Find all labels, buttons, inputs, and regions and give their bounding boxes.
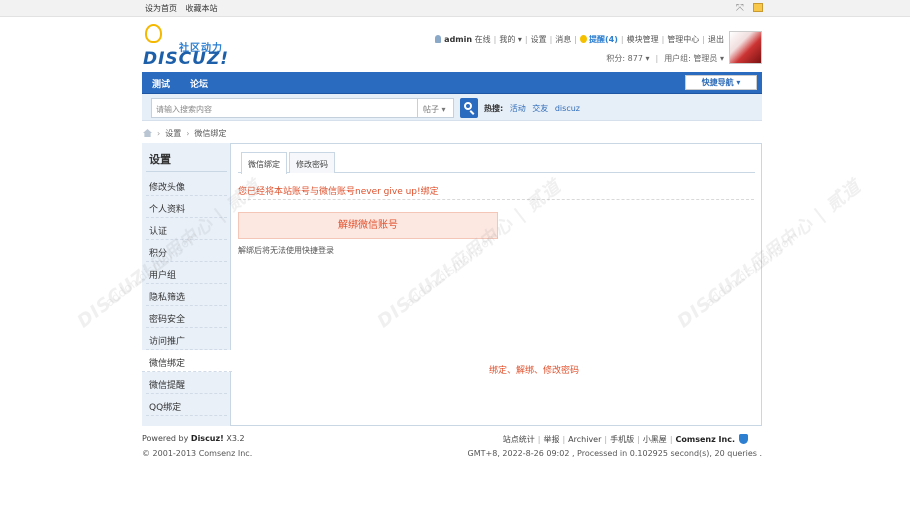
tab-change-password[interactable]: 修改密码 bbox=[289, 152, 335, 173]
credits-menu[interactable]: 积分: 877 bbox=[606, 54, 643, 63]
hot-search-dating[interactable]: 交友 bbox=[532, 104, 548, 113]
tab-wechat-bind[interactable]: 微信绑定 bbox=[241, 152, 287, 174]
sidebar-item-avatar[interactable]: 修改头像 bbox=[146, 174, 227, 196]
powered-brand-link[interactable]: Discuz! bbox=[191, 434, 224, 443]
sidebar-item-privacy[interactable]: 隐私筛选 bbox=[146, 284, 227, 306]
remind-link[interactable]: 提醒(4) bbox=[589, 35, 618, 44]
quick-nav-label: 快捷导航 bbox=[701, 78, 734, 87]
lightbulb-icon bbox=[145, 24, 162, 43]
sidebar-item-wechat-remind[interactable]: 微信提醒 bbox=[146, 372, 227, 394]
settings-sidebar: 设置 修改头像 个人资料 认证 积分 用户组 隐私筛选 密码安全 访问推广 微信… bbox=[142, 143, 232, 426]
home-icon[interactable] bbox=[143, 129, 152, 137]
my-menu[interactable]: 我的 bbox=[499, 35, 515, 44]
remind-icon bbox=[580, 35, 587, 43]
shield-icon[interactable] bbox=[739, 434, 748, 444]
main-nav: 测试 论坛 bbox=[142, 72, 762, 94]
top-icons: ⤧ bbox=[730, 3, 763, 14]
hot-search-label: 热搜: bbox=[484, 104, 504, 113]
set-home-link[interactable]: 设为首页 bbox=[145, 4, 177, 13]
nav-item-forum[interactable]: 论坛 bbox=[190, 77, 208, 90]
user-icon bbox=[435, 35, 442, 43]
hot-search: 热搜: 活动 交友 discuz bbox=[484, 103, 580, 114]
footer-company-link[interactable]: Comsenz Inc. bbox=[676, 435, 735, 444]
style-icon[interactable] bbox=[753, 3, 763, 14]
credit-line: 积分: 877 ▾ | 用户组: 管理员 ▾ bbox=[606, 54, 724, 63]
module-manage-link[interactable]: 模块管理 bbox=[627, 35, 659, 44]
search-type-select[interactable]: 帖子 ▾ bbox=[417, 98, 454, 118]
online-status[interactable]: 在线 bbox=[475, 35, 491, 44]
top-bar: 设为首页 收藏本站 ⤧ bbox=[0, 0, 910, 17]
messages-link[interactable]: 消息 bbox=[555, 35, 571, 44]
search-button[interactable] bbox=[460, 98, 478, 118]
hot-search-activity[interactable]: 活动 bbox=[510, 104, 526, 113]
footer-link-blackroom[interactable]: 小黑屋 bbox=[643, 435, 667, 444]
copyright: © 2001-2013 Comsenz Inc. bbox=[142, 449, 253, 458]
tab-bar: 微信绑定 修改密码 bbox=[238, 152, 755, 174]
footer-stats: GMT+8, 2022-8-26 09:02 , Processed in 0.… bbox=[467, 449, 762, 458]
sidebar-item-qq-bind[interactable]: QQ绑定 bbox=[146, 394, 227, 416]
footer-link-stats[interactable]: 站点统计 bbox=[503, 435, 535, 444]
avatar[interactable] bbox=[729, 31, 762, 64]
bind-notice: 您已经将本站账号与微信账号never give up!绑定 bbox=[238, 187, 439, 197]
powered-by: Powered by Discuz! X3.2 bbox=[142, 434, 245, 443]
fullscreen-icon[interactable]: ⤧ bbox=[736, 3, 744, 14]
footer-link-report[interactable]: 举报 bbox=[543, 435, 559, 444]
hot-search-discuz[interactable]: discuz bbox=[555, 104, 580, 113]
search-input[interactable]: 请输入搜索内容 bbox=[151, 98, 417, 118]
sidebar-title: 设置 bbox=[149, 153, 171, 166]
bookmark-link[interactable]: 收藏本站 bbox=[186, 4, 218, 13]
username-link[interactable]: admin bbox=[444, 35, 472, 44]
center-note: 绑定、解绑、修改密码 bbox=[489, 366, 580, 376]
footer-links: 站点统计 | 举报 | Archiver | 手机版 | 小黑屋 | Comsenz Inc. bbox=[503, 434, 748, 445]
breadcrumb-settings[interactable]: 设置 bbox=[165, 129, 181, 138]
breadcrumb-current: 微信绑定 bbox=[194, 129, 227, 138]
divider bbox=[238, 199, 754, 200]
quick-nav-button[interactable]: 快捷导航 ▾ bbox=[685, 75, 757, 90]
footer-link-archiver[interactable]: Archiver bbox=[568, 435, 601, 444]
sidebar-item-password-security[interactable]: 密码安全 bbox=[146, 306, 227, 328]
top-links: 设为首页 收藏本站 bbox=[145, 3, 224, 14]
logo-word: DISCUZ! bbox=[143, 49, 230, 69]
nav-item-test[interactable]: 测试 bbox=[152, 77, 170, 90]
logout-link[interactable]: 退出 bbox=[708, 35, 724, 44]
search-type-label: 帖子 bbox=[423, 105, 439, 114]
unbind-wechat-button[interactable]: 解绑微信账号 bbox=[238, 212, 498, 239]
search-icon bbox=[464, 102, 472, 110]
usergroup-menu[interactable]: 用户组: 管理员 bbox=[664, 54, 717, 63]
site-logo[interactable]: 社区动力 DISCUZ! bbox=[142, 24, 242, 69]
breadcrumb: › 设置 › 微信绑定 bbox=[143, 128, 226, 139]
sidebar-item-promotion[interactable]: 访问推广 bbox=[146, 328, 227, 350]
unbind-hint: 解绑后将无法使用快捷登录 bbox=[238, 246, 334, 255]
user-menu: admin 在线 | 我的 ▾ | 设置 | 消息 | 提醒(4) | 模块管理 | 管理中心 | 退出 bbox=[435, 34, 724, 45]
footer-link-mobile[interactable]: 手机版 bbox=[610, 435, 634, 444]
sidebar-item-wechat-bind[interactable]: 微信绑定 bbox=[142, 350, 232, 372]
settings-link[interactable]: 设置 bbox=[531, 35, 547, 44]
admin-center-link[interactable]: 管理中心 bbox=[667, 35, 699, 44]
